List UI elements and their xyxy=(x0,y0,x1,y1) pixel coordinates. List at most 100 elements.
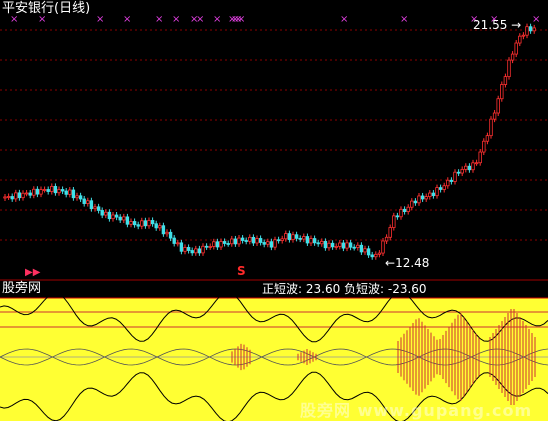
candle-body xyxy=(356,244,360,248)
candle-body xyxy=(266,241,270,245)
candle-body xyxy=(402,208,407,212)
signal-x-mark: × xyxy=(532,14,540,25)
candle-body xyxy=(453,171,457,182)
candle-body xyxy=(125,216,130,225)
candle-body xyxy=(438,187,443,190)
candle-body xyxy=(212,241,216,247)
candle-body xyxy=(255,238,259,244)
candle-body xyxy=(478,151,482,164)
candle-body xyxy=(179,242,184,252)
candle-body xyxy=(309,238,313,244)
candle-body xyxy=(374,253,378,258)
candle-body xyxy=(122,216,126,221)
candle-body xyxy=(147,220,151,227)
candle-body xyxy=(518,35,522,44)
candle-body xyxy=(53,185,58,194)
candle-body xyxy=(435,187,439,197)
signal-x-mark: × xyxy=(237,14,245,25)
candle-body xyxy=(86,200,90,204)
play-icon[interactable]: ▶▶ xyxy=(25,267,40,278)
candle-body xyxy=(204,245,209,248)
candle-body xyxy=(248,236,252,242)
candle-body xyxy=(388,227,392,238)
candle-body xyxy=(392,215,396,228)
candle-body xyxy=(528,26,533,32)
candle-body xyxy=(496,98,500,114)
candle-body xyxy=(42,189,47,191)
signal-x-mark: × xyxy=(123,14,131,25)
candle-body xyxy=(251,236,256,244)
candle-body xyxy=(75,195,79,199)
candle-body xyxy=(305,236,310,244)
candle-body xyxy=(68,189,72,195)
signal-x-mark: × xyxy=(213,14,221,25)
candle-body xyxy=(410,200,414,208)
candle-body xyxy=(100,210,104,216)
candle-body xyxy=(485,135,490,142)
candle-body xyxy=(233,238,238,245)
candle-body xyxy=(320,241,324,245)
candle-body xyxy=(93,206,97,210)
candle-body xyxy=(28,192,32,196)
candle-body xyxy=(176,242,180,245)
candle-body xyxy=(492,112,497,120)
candle-body xyxy=(197,248,202,254)
candle-body xyxy=(406,206,410,212)
site-watermark: 股旁网 www.gupang.com xyxy=(300,401,533,420)
candle-body xyxy=(399,208,403,218)
signal-x-mark: × xyxy=(400,14,408,25)
candle-body xyxy=(111,214,115,220)
candle-body xyxy=(269,241,274,248)
candle-body xyxy=(118,216,122,221)
candle-body xyxy=(129,221,133,225)
candle-body xyxy=(82,198,86,204)
candle-body xyxy=(323,241,328,249)
candle-body xyxy=(219,241,223,248)
candle-body xyxy=(449,179,454,182)
candle-body xyxy=(345,242,349,249)
candle-body xyxy=(114,214,119,218)
candle-body xyxy=(503,76,508,85)
candle-body xyxy=(136,224,140,227)
candle-body xyxy=(71,189,76,199)
candle-body xyxy=(363,248,367,253)
candle-body xyxy=(532,27,536,32)
candle-body xyxy=(384,236,389,242)
candle-body xyxy=(413,200,418,204)
candle-body xyxy=(208,246,212,248)
candle-body xyxy=(500,84,504,100)
candle-body xyxy=(446,179,450,187)
chart-title: 平安银行(日线) xyxy=(2,1,91,16)
candle-body xyxy=(298,237,302,240)
candle-body xyxy=(273,239,277,248)
candle-body xyxy=(474,162,479,165)
chart-window[interactable]: × × × × × × × × × × × × × × × × × × 平安银行(日线) 21.55 → ←12.… xyxy=(0,0,548,421)
candle-body xyxy=(57,189,61,194)
signal-x-mark: × xyxy=(155,14,163,25)
candle-body xyxy=(226,243,230,245)
chart-canvas[interactable]: × × × × × × ×× × ×××× × × × × × xyxy=(0,0,548,421)
signal-x-mark: × xyxy=(340,14,348,25)
candle-body xyxy=(395,215,400,218)
candle-body xyxy=(172,237,176,244)
candle-body xyxy=(428,192,432,197)
candle-body xyxy=(294,234,299,239)
candle-body xyxy=(341,242,346,249)
candle-body xyxy=(154,223,158,229)
candle-body xyxy=(287,233,292,240)
candle-body xyxy=(464,165,468,170)
candle-body xyxy=(330,242,335,248)
candle-body xyxy=(521,34,526,37)
candle-body xyxy=(424,196,428,200)
candle-body xyxy=(291,234,295,240)
candle-body xyxy=(514,42,518,55)
candle-body xyxy=(237,237,241,245)
candle-body xyxy=(276,239,281,242)
candle-body xyxy=(327,242,331,249)
candle-body xyxy=(525,26,529,36)
candle-body xyxy=(96,206,101,211)
candle-body xyxy=(150,220,155,225)
candle-body xyxy=(190,250,194,254)
candle-body xyxy=(381,240,385,254)
candle-body xyxy=(510,53,515,61)
